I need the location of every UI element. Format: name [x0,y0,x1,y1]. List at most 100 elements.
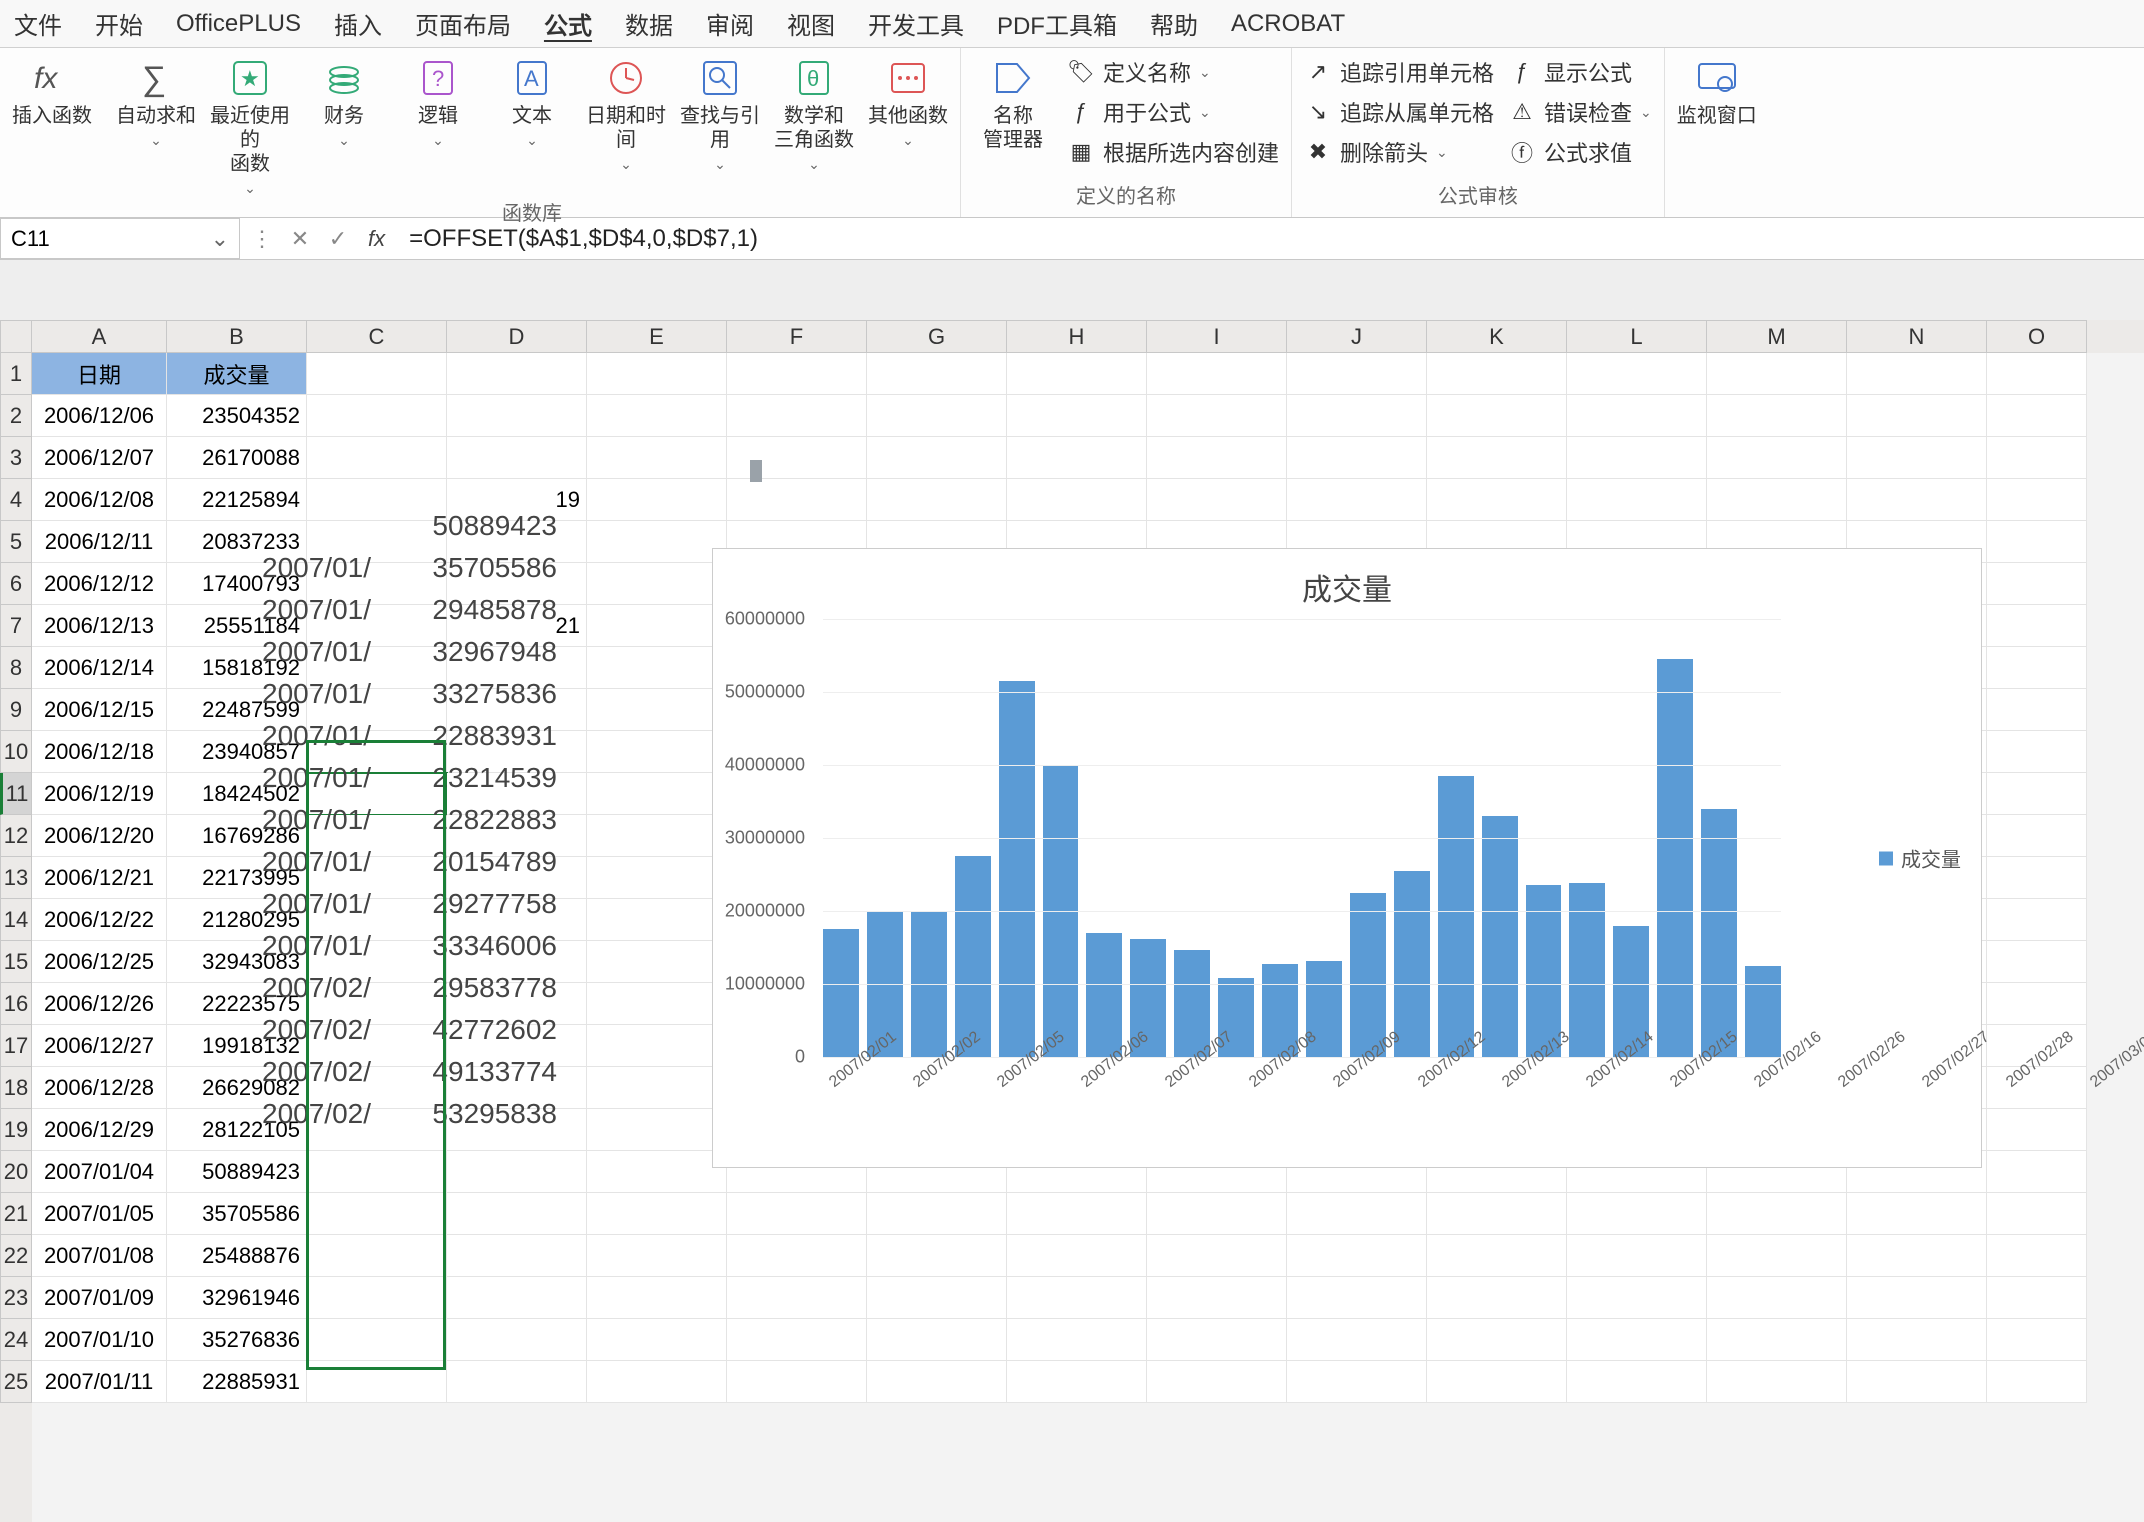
cell-K3[interactable] [1427,437,1567,479]
cell-O2[interactable] [1987,395,2087,437]
watch-window-button[interactable]: 监视窗口 [1677,56,1757,128]
cell-B1[interactable]: 成交量 [167,353,307,395]
cell-E22[interactable] [587,1235,727,1277]
cell-A14[interactable]: 2006/12/22 [32,899,167,941]
cell-J21[interactable] [1287,1193,1427,1235]
cell-I24[interactable] [1147,1319,1287,1361]
cell-F23[interactable] [727,1277,867,1319]
cell-O4[interactable] [1987,479,2087,521]
menu-officeplus[interactable]: OfficePLUS [172,6,305,42]
menu-page-layout[interactable]: 页面布局 [411,2,515,45]
cell-N2[interactable] [1847,395,1987,437]
cell-N24[interactable] [1847,1319,1987,1361]
cell-B20[interactable]: 50889423 [167,1151,307,1193]
row-head-14[interactable]: 14 [0,899,32,941]
cell-A4[interactable]: 2006/12/08 [32,479,167,521]
cell-J24[interactable] [1287,1319,1427,1361]
row-head-22[interactable]: 22 [0,1235,32,1277]
cell-L24[interactable] [1567,1319,1707,1361]
menu-home[interactable]: 开始 [91,2,147,45]
cell-A19[interactable]: 2006/12/29 [32,1109,167,1151]
cell-J1[interactable] [1287,353,1427,395]
cell-D25[interactable] [447,1361,587,1403]
col-head-I[interactable]: I [1147,320,1287,353]
cell-K23[interactable] [1427,1277,1567,1319]
cell-A11[interactable]: 2006/12/19 [32,773,167,815]
row-head-18[interactable]: 18 [0,1067,32,1109]
col-head-N[interactable]: N [1847,320,1987,353]
cell-E5[interactable] [587,521,727,563]
row-head-2[interactable]: 2 [0,395,32,437]
menu-acrobat[interactable]: ACROBAT [1227,6,1349,42]
cell-D21[interactable] [447,1193,587,1235]
cell-H22[interactable] [1007,1235,1147,1277]
cell-G24[interactable] [867,1319,1007,1361]
row-head-15[interactable]: 15 [0,941,32,983]
cell-H25[interactable] [1007,1361,1147,1403]
cell-E8[interactable] [587,647,727,689]
show-formulas-button[interactable]: ƒ显示公式 [1508,56,1652,88]
cell-H3[interactable] [1007,437,1147,479]
cell-C23[interactable] [307,1277,447,1319]
cell-A23[interactable]: 2007/01/09 [32,1277,167,1319]
other-functions-button[interactable]: 其他函数⌄ [868,56,948,149]
cell-O11[interactable] [1987,773,2087,815]
cell-K1[interactable] [1427,353,1567,395]
cell-F2[interactable] [727,395,867,437]
cell-E25[interactable] [587,1361,727,1403]
row-head-21[interactable]: 21 [0,1193,32,1235]
row-head-20[interactable]: 20 [0,1151,32,1193]
cell-D2[interactable] [447,395,587,437]
cell-E11[interactable] [587,773,727,815]
cell-C2[interactable] [307,395,447,437]
menu-insert[interactable]: 插入 [330,2,386,45]
row-head-6[interactable]: 6 [0,563,32,605]
col-head-B[interactable]: B [167,320,307,353]
cell-L22[interactable] [1567,1235,1707,1277]
cell-O12[interactable] [1987,815,2087,857]
cell-I1[interactable] [1147,353,1287,395]
cell-A13[interactable]: 2006/12/21 [32,857,167,899]
cell-I4[interactable] [1147,479,1287,521]
cell-L4[interactable] [1567,479,1707,521]
cell-G2[interactable] [867,395,1007,437]
chart[interactable]: 成交量 010000000200000003000000040000000500… [712,548,1982,1168]
cell-E3[interactable] [587,437,727,479]
row-head-10[interactable]: 10 [0,731,32,773]
col-head-M[interactable]: M [1707,320,1847,353]
cell-G4[interactable] [867,479,1007,521]
cell-L3[interactable] [1567,437,1707,479]
cell-E23[interactable] [587,1277,727,1319]
col-head-G[interactable]: G [867,320,1007,353]
cell-A15[interactable]: 2006/12/25 [32,941,167,983]
create-from-selection-button[interactable]: ▦根据所选内容创建 [1067,136,1279,168]
cell-G23[interactable] [867,1277,1007,1319]
cell-O10[interactable] [1987,731,2087,773]
cell-A22[interactable]: 2007/01/08 [32,1235,167,1277]
cell-A17[interactable]: 2006/12/27 [32,1025,167,1067]
row-head-16[interactable]: 16 [0,983,32,1025]
cell-N22[interactable] [1847,1235,1987,1277]
cell-O20[interactable] [1987,1151,2087,1193]
cell-M1[interactable] [1707,353,1847,395]
row-head-19[interactable]: 19 [0,1109,32,1151]
cell-E20[interactable] [587,1151,727,1193]
cell-C3[interactable] [307,437,447,479]
cell-A9[interactable]: 2006/12/15 [32,689,167,731]
cell-B22[interactable]: 25488876 [167,1235,307,1277]
chevron-down-icon[interactable]: ⌄ [211,226,229,252]
menu-data[interactable]: 数据 [621,2,677,45]
cell-F25[interactable] [727,1361,867,1403]
formula-input[interactable]: =OFFSET($A$1,$D$4,0,$D$7,1) [399,225,2144,253]
math-button[interactable]: θ 数学和 三角函数⌄ [774,56,854,173]
cell-C20[interactable] [307,1151,447,1193]
row-head-8[interactable]: 8 [0,647,32,689]
cell-A5[interactable]: 2006/12/11 [32,521,167,563]
text-button[interactable]: A 文本⌄ [492,56,572,149]
cell-E14[interactable] [587,899,727,941]
formula-cancel-button[interactable]: ✕ [286,225,314,253]
define-name-button[interactable]: 🏷定义名称 ⌄ [1067,56,1279,88]
menu-formulas[interactable]: 公式 [540,2,596,45]
col-head-H[interactable]: H [1007,320,1147,353]
financial-button[interactable]: 财务⌄ [304,56,384,149]
